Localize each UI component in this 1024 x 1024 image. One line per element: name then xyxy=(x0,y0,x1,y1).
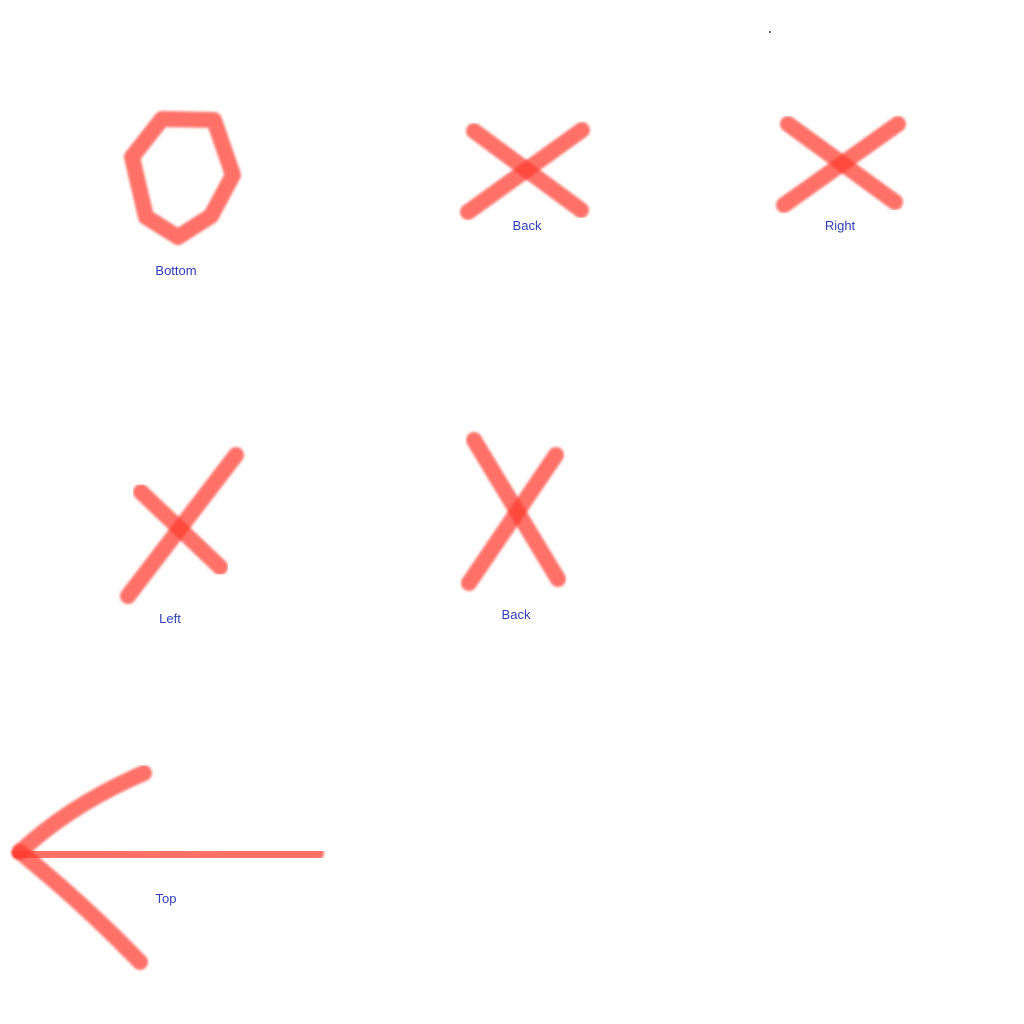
x-mark-icon-back-top xyxy=(460,122,590,220)
annotation-layer xyxy=(12,111,906,970)
x-mark-icon-back-middle xyxy=(461,432,566,591)
label-back-top: Back xyxy=(512,218,542,233)
label-top: Top xyxy=(155,891,177,906)
drawing-canvas: Bottom Back Right Left Back Top xyxy=(0,0,1024,1024)
x-mark-icon-right xyxy=(776,116,906,213)
heptagon-icon xyxy=(124,111,241,245)
label-left: Left xyxy=(159,611,181,626)
label-bottom: Bottom xyxy=(155,263,197,278)
label-back-middle: Back xyxy=(501,607,531,622)
left-arrow-icon xyxy=(12,765,324,970)
label-right: Right xyxy=(824,218,856,233)
x-mark-icon-left xyxy=(120,447,244,604)
